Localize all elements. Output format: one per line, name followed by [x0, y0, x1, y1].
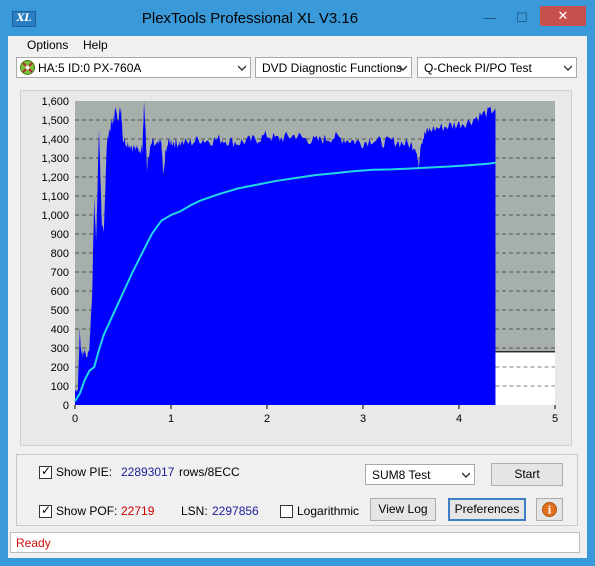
pi-po-chart: 0 100 200 300 400 500 600 700 800 900 1,000 1,100 1,… — [41, 96, 558, 425]
info-icon: i — [542, 502, 557, 517]
pof-total-value: 22719 — [121, 504, 155, 518]
chevron-down-icon — [462, 472, 470, 478]
preferences-button[interactable]: Preferences — [448, 498, 526, 521]
status-text: Ready — [16, 536, 51, 550]
function-select[interactable]: DVD Diagnostic Functions — [255, 57, 412, 78]
y-tick-label: 1,400 — [41, 134, 69, 146]
results-panel: ✓ Show PIE: 22893017 rows/8ECC ✓ Show PO… — [16, 454, 578, 526]
disc-icon — [20, 60, 35, 75]
app-window: XL PlexTools Professional XL V3.16 — ☐ ✕… — [0, 0, 595, 566]
y-tick-label: 1,200 — [41, 172, 69, 184]
pie-unit-label: rows/8ECC — [179, 465, 240, 479]
y-tick-label: 1,100 — [41, 191, 69, 203]
status-bar: Ready — [10, 532, 580, 553]
y-tick-label: 1,600 — [41, 96, 69, 108]
menu-bar: Options Help — [8, 36, 587, 55]
drive-select[interactable]: HA:5 ID:0 PX-760A — [16, 57, 251, 78]
menu-help[interactable]: Help — [83, 38, 108, 52]
view-log-button[interactable]: View Log — [370, 498, 436, 521]
sum-test-select-value: SUM8 Test — [372, 468, 431, 482]
chevron-down-icon — [238, 65, 246, 71]
check-icon: ✓ — [41, 464, 52, 478]
x-tick-label: 3 — [360, 413, 366, 425]
y-tick-label: 500 — [51, 305, 69, 317]
x-tick-label: 0 — [72, 413, 78, 425]
logarithmic-label: Logarithmic — [297, 504, 360, 518]
window-title: PlexTools Professional XL V3.16 — [141, 10, 359, 27]
menu-options-label: Options — [27, 38, 69, 52]
y-tick-label: 1,300 — [41, 153, 69, 165]
title-bar[interactable]: XL PlexTools Professional XL V3.16 — ☐ ✕ — [0, 0, 595, 36]
x-tick-label: 2 — [264, 413, 270, 425]
y-tick-label: 100 — [51, 381, 69, 393]
show-pie-checkbox[interactable]: ✓ — [39, 464, 52, 479]
pie-total-value: 22893017 — [121, 465, 175, 479]
y-tick-label: 1,000 — [41, 210, 69, 222]
start-button[interactable]: Start — [491, 463, 563, 486]
untested-region — [495, 351, 555, 405]
y-tick-label: 900 — [51, 229, 69, 241]
chevron-down-icon — [564, 65, 572, 71]
lsn-value: 2297856 — [212, 504, 259, 518]
x-tick-label: 1 — [168, 413, 174, 425]
y-tick-label: 400 — [51, 324, 69, 336]
info-icon-glyph: i — [548, 506, 552, 517]
show-pof-label: Show POF: — [56, 504, 118, 518]
y-tick-label: 600 — [51, 286, 69, 298]
x-tick-label: 5 — [552, 413, 558, 425]
test-type-select[interactable]: Q-Check PI/PO Test — [417, 57, 577, 78]
function-select-value: DVD Diagnostic Functions — [262, 61, 403, 75]
show-pie-label: Show PIE: — [56, 465, 113, 479]
menu-help-label: Help — [83, 38, 108, 52]
client-area: Options Help HA:5 ID:0 PX-760A DVD Diagn… — [8, 36, 587, 558]
y-tick-label: 1,500 — [41, 115, 69, 127]
sum-test-select[interactable]: SUM8 Test — [365, 464, 475, 485]
drive-select-value: HA:5 ID:0 PX-760A — [38, 61, 142, 75]
show-pof-checkbox[interactable]: ✓ — [39, 503, 52, 518]
x-axis: 0 1 2 3 4 5 — [72, 405, 558, 425]
y-tick-label: 200 — [51, 362, 69, 374]
close-button[interactable]: ✕ — [540, 6, 586, 26]
maximize-button[interactable]: ☐ — [507, 8, 537, 28]
test-type-select-value: Q-Check PI/PO Test — [424, 61, 532, 75]
y-tick-label: 700 — [51, 267, 69, 279]
lsn-label: LSN: — [181, 504, 208, 518]
check-icon: ✓ — [41, 503, 52, 517]
y-axis: 0 100 200 300 400 500 600 700 800 900 1,000 1,100 1,… — [41, 96, 69, 412]
y-tick-label: 800 — [51, 248, 69, 260]
minimize-button[interactable]: — — [475, 8, 505, 28]
x-tick-label: 4 — [456, 413, 462, 425]
chevron-down-icon — [399, 65, 407, 71]
y-tick-label: 0 — [63, 400, 69, 412]
info-button[interactable]: i — [536, 498, 563, 521]
y-tick-label: 300 — [51, 343, 69, 355]
menu-options[interactable]: Options — [27, 38, 68, 52]
chart-panel: 0 100 200 300 400 500 600 700 800 900 1,000 1,100 1,… — [20, 90, 572, 446]
logarithmic-checkbox[interactable] — [280, 505, 293, 518]
